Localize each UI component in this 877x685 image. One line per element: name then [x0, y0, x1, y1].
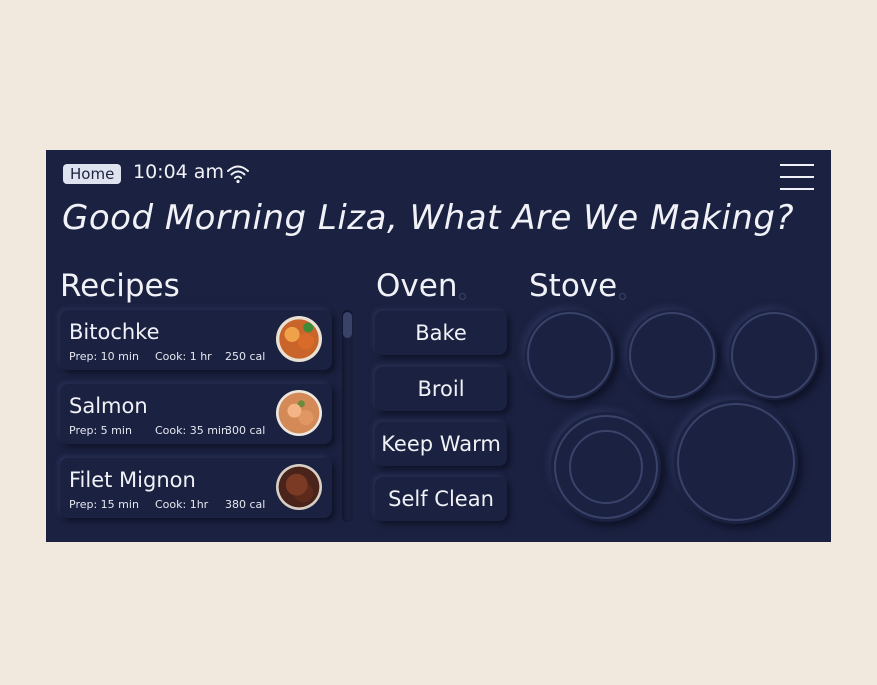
- oven-title: Oven: [376, 268, 467, 304]
- recipe-calories: 300 cal: [225, 424, 266, 437]
- recipe-cook-time: Cook: 35 min: [155, 424, 228, 437]
- recipe-photo: [276, 390, 322, 436]
- recipe-card-bitochke[interactable]: Bitochke Prep: 10 min Cook: 1 hr 250 cal: [60, 310, 332, 370]
- greeting-heading: Good Morning Liza, What Are We Making?: [62, 198, 795, 238]
- stove-title: Stove: [529, 268, 627, 304]
- self-clean-button[interactable]: Self Clean: [375, 477, 507, 521]
- control-panel-screen: Home 10:04 am Good Morning Liza, What Ar…: [46, 150, 831, 542]
- clock-time: 10:04 am: [133, 161, 224, 183]
- burner-ring: [527, 312, 613, 398]
- recipe-photo: [276, 316, 322, 362]
- recipes-scrollbar[interactable]: [342, 310, 353, 522]
- scrollbar-thumb[interactable]: [343, 312, 352, 338]
- recipe-prep-time: Prep: 15 min: [69, 498, 139, 511]
- recipe-name: Filet Mignon: [69, 468, 196, 492]
- hamburger-menu-icon[interactable]: [780, 164, 816, 194]
- home-button[interactable]: Home: [63, 164, 122, 184]
- burner-back-center[interactable]: [627, 310, 717, 400]
- wifi-icon: [227, 165, 249, 184]
- burner-front-left[interactable]: [551, 412, 661, 522]
- recipe-name: Salmon: [69, 394, 148, 418]
- keep-warm-button[interactable]: Keep Warm: [375, 422, 507, 466]
- recipe-calories: 250 cal: [225, 350, 266, 363]
- recipe-prep-time: Prep: 5 min: [69, 424, 132, 437]
- burner-back-left[interactable]: [525, 310, 615, 400]
- recipe-name: Bitochke: [69, 320, 160, 344]
- broil-button[interactable]: Broil: [375, 367, 507, 411]
- burner-front-right[interactable]: [674, 400, 798, 524]
- burner-ring: [731, 312, 817, 398]
- recipe-prep-time: Prep: 10 min: [69, 350, 139, 363]
- burner-back-right[interactable]: [729, 310, 819, 400]
- recipe-cook-time: Cook: 1 hr: [155, 350, 212, 363]
- status-dot-icon: [619, 293, 627, 300]
- recipe-cook-time: Cook: 1hr: [155, 498, 209, 511]
- bake-button[interactable]: Bake: [375, 311, 507, 355]
- recipes-title: Recipes: [60, 268, 180, 304]
- recipe-photo: [276, 464, 322, 510]
- burner-ring: [629, 312, 715, 398]
- recipe-calories: 380 cal: [225, 498, 266, 511]
- burner-ring-inner: [569, 430, 643, 504]
- recipe-card-filet-mignon[interactable]: Filet Mignon Prep: 15 min Cook: 1hr 380 …: [60, 458, 332, 518]
- burner-ring: [677, 403, 795, 521]
- recipe-card-salmon[interactable]: Salmon Prep: 5 min Cook: 35 min 300 cal: [60, 384, 332, 444]
- status-dot-icon: [459, 293, 467, 300]
